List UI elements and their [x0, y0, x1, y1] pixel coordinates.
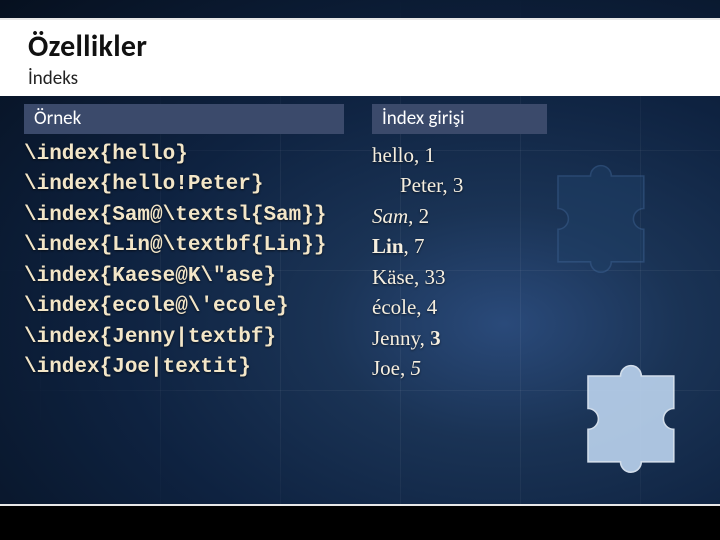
index-entry: hello, 1: [372, 140, 672, 170]
index-page: 5: [411, 356, 422, 380]
code-line: \index{Sam@\textsl{Sam}}: [24, 201, 362, 231]
code-line: \index{Jenny|textbf}: [24, 323, 362, 353]
index-entry: Jenny, 3: [372, 323, 672, 353]
index-word: Sam: [372, 204, 408, 228]
index-page: 7: [414, 234, 425, 258]
example-heading: Örnek: [24, 104, 344, 134]
index-page: 2: [419, 204, 430, 228]
index-entry: Joe, 5: [372, 353, 672, 383]
footer-band: [0, 506, 720, 540]
index-word: Peter: [400, 173, 442, 197]
code-line: \index{hello!Peter}: [24, 170, 362, 200]
example-column: Örnek \index{hello} \index{hello!Peter} …: [24, 104, 362, 384]
code-line: \index{hello}: [24, 140, 362, 170]
index-word: école: [372, 295, 416, 319]
index-word: Käse: [372, 265, 414, 289]
code-line: \index{Lin@\textbf{Lin}}: [24, 231, 362, 261]
index-word: Jenny: [372, 326, 420, 350]
page-subtitle: İndeks: [28, 67, 692, 90]
index-page: 4: [427, 295, 438, 319]
example-code-list: \index{hello} \index{hello!Peter} \index…: [24, 140, 362, 384]
index-entry: Lin, 7: [372, 231, 672, 261]
index-entry: Käse, 33: [372, 262, 672, 292]
output-column: İndex girişi hello, 1Peter, 3Sam, 2Lin, …: [372, 104, 672, 384]
index-page: 3: [430, 326, 441, 350]
header: Özellikler İndeks: [0, 20, 720, 96]
index-page: 33: [424, 265, 445, 289]
code-line: \index{ecole@\'ecole}: [24, 292, 362, 322]
page-title: Özellikler: [28, 28, 692, 65]
code-line: \index{Joe|textit}: [24, 353, 362, 383]
index-page: 1: [425, 143, 436, 167]
index-word: Joe: [372, 356, 400, 380]
code-line: \index{Kaese@K\"ase}: [24, 262, 362, 292]
index-word: hello: [372, 143, 414, 167]
index-entry: Sam, 2: [372, 201, 672, 231]
index-entry: Peter, 3: [372, 170, 672, 200]
output-heading: İndex girişi: [372, 104, 547, 134]
content-columns: Örnek \index{hello} \index{hello!Peter} …: [24, 104, 696, 384]
index-word: Lin: [372, 234, 404, 258]
index-entry: école, 4: [372, 292, 672, 322]
index-entry-list: hello, 1Peter, 3Sam, 2Lin, 7Käse, 33écol…: [372, 140, 672, 384]
index-page: 3: [453, 173, 464, 197]
